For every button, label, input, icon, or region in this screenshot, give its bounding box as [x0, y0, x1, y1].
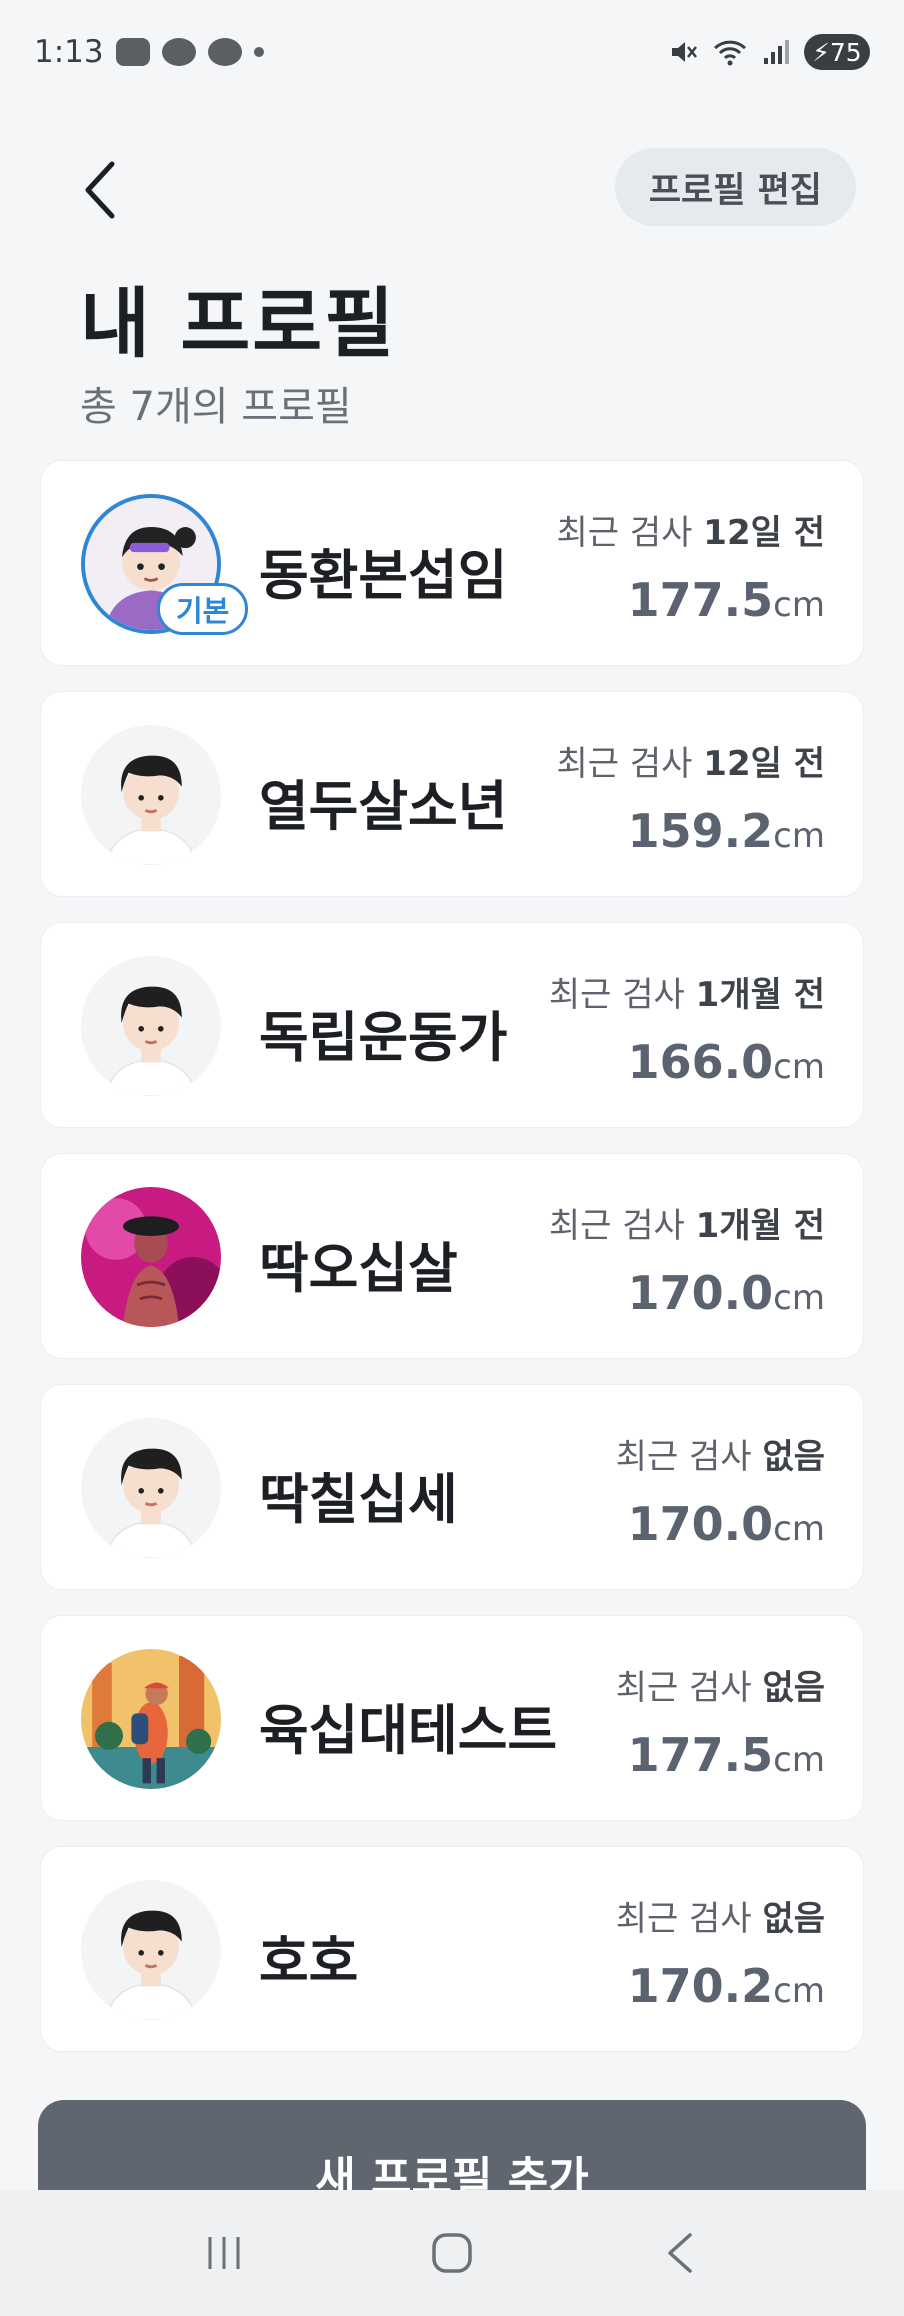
recent-check-when: 1개월 전: [695, 1206, 825, 1246]
height-value: 170.0cm: [628, 1266, 825, 1320]
recent-check: 최근 검사 1개월 전: [549, 967, 825, 1016]
recent-apps-button[interactable]: [184, 2213, 264, 2293]
recent-check: 최근 검사 1개월 전: [549, 1198, 825, 1247]
height-value: 177.5cm: [628, 1728, 825, 1782]
recent-check-label: 최근 검사: [548, 975, 696, 1015]
height-value: 170.2cm: [628, 1959, 825, 2013]
profile-card[interactable]: 딱칠십세 최근 검사 없음 170.0cm: [40, 1384, 864, 1590]
height-unit: cm: [773, 1971, 825, 2011]
recent-check: 최근 검사 없음: [616, 1429, 825, 1478]
recent-check: 최근 검사 없음: [616, 1660, 825, 1709]
wifi-icon: [713, 40, 747, 66]
height-value: 159.2cm: [628, 804, 825, 858]
back-button[interactable]: [70, 150, 130, 230]
recent-check-when: 12일 전: [703, 513, 825, 553]
recent-check: 최근 검사 12일 전: [557, 736, 825, 785]
header: 프로필 편집: [0, 140, 904, 240]
recent-check: 최근 검사 없음: [616, 1891, 825, 1940]
more-notifications-icon: [253, 47, 264, 57]
signal-icon: [764, 40, 789, 64]
profile-card[interactable]: 호호 최근 검사 없음 170.2cm: [40, 1846, 864, 2052]
recent-check-when: 없음: [762, 1668, 825, 1708]
system-nav-bar: [0, 2190, 904, 2316]
chat-notification-icon: [207, 38, 242, 66]
recent-apps-icon: [208, 2237, 240, 2269]
recent-check-label: 최근 검사: [548, 1206, 696, 1246]
recent-check-label: 최근 검사: [556, 744, 704, 784]
status-right: ⚡ 75: [668, 34, 870, 70]
height-number: 177.5: [627, 573, 774, 627]
height-value: 170.0cm: [628, 1497, 825, 1551]
profile-name: 육십대테스트: [259, 1699, 558, 1762]
profile-name: 열두살소년: [259, 775, 508, 838]
default-badge: 기본: [157, 583, 249, 635]
profile-card[interactable]: 기본 동환본섭임 최근 검사 12일 전 177.5cm: [40, 460, 864, 666]
default-boy-avatar: [81, 1418, 221, 1558]
height-unit: cm: [773, 1740, 825, 1780]
recent-check: 최근 검사 12일 전: [557, 505, 825, 554]
edit-profile-button[interactable]: 프로필 편집: [614, 148, 856, 226]
status-time: 1:13: [34, 34, 104, 70]
profile-count: 총 7개의 프로필: [80, 384, 352, 430]
kakaotalk-notification-icon: [161, 38, 196, 66]
recent-check-when: 12일 전: [703, 744, 825, 784]
height-unit: cm: [773, 1278, 825, 1318]
profile-list: 기본 동환본섭임 최근 검사 12일 전 177.5cm 열두살소년 최근 검사…: [40, 460, 864, 2077]
status-left: 1:13: [34, 34, 264, 70]
height-unit: cm: [773, 816, 825, 856]
profile-card[interactable]: 열두살소년 최근 검사 12일 전 159.2cm: [40, 691, 864, 897]
profile-name: 딱오십살: [259, 1237, 458, 1300]
height-number: 170.0: [627, 1266, 774, 1320]
recent-check-label: 최근 검사: [615, 1668, 763, 1708]
height-value: 166.0cm: [628, 1035, 825, 1089]
height-number: 170.0: [627, 1497, 774, 1551]
default-boy-avatar: [81, 1880, 221, 2020]
height-number: 170.2: [627, 1959, 774, 2013]
profile-name: 동환본섭임: [259, 544, 508, 607]
profile-name: 딱칠십세: [259, 1468, 458, 1531]
status-bar: 1:13 ⚡ 75: [0, 0, 904, 104]
profile-card[interactable]: 육십대테스트 최근 검사 없음 177.5cm: [40, 1615, 864, 1821]
default-boy-avatar: [81, 956, 221, 1096]
page-title: 내 프로필: [80, 279, 397, 368]
height-unit: cm: [773, 1047, 825, 1087]
height-number: 159.2: [627, 804, 774, 858]
recent-check-label: 최근 검사: [615, 1437, 763, 1477]
back-icon: [668, 2233, 692, 2273]
profile-name: 호호: [259, 1930, 359, 1993]
illustration-hiker-avatar: [81, 1649, 221, 1789]
screenshot-notification-icon: [115, 38, 150, 66]
profile-name: 독립운동가: [259, 1006, 508, 1069]
battery-bolt-icon: ⚡: [812, 37, 830, 67]
home-button[interactable]: [412, 2213, 492, 2293]
height-unit: cm: [773, 1509, 825, 1549]
height-value: 177.5cm: [628, 573, 825, 627]
chevron-left-icon: [85, 161, 115, 219]
recent-check-when: 1개월 전: [695, 975, 825, 1015]
recent-check-when: 없음: [762, 1899, 825, 1939]
height-unit: cm: [773, 585, 825, 625]
profile-card[interactable]: 딱오십살 최근 검사 1개월 전 170.0cm: [40, 1153, 864, 1359]
profile-card[interactable]: 독립운동가 최근 검사 1개월 전 166.0cm: [40, 922, 864, 1128]
system-back-button[interactable]: [640, 2213, 720, 2293]
default-boy-avatar: [81, 725, 221, 865]
battery-indicator: ⚡ 75: [804, 34, 870, 70]
height-number: 166.0: [627, 1035, 774, 1089]
home-icon: [432, 2233, 472, 2273]
battery-level: 75: [829, 37, 862, 67]
recent-check-when: 없음: [762, 1437, 825, 1477]
recent-check-label: 최근 검사: [556, 513, 704, 553]
photo-pink-avatar: [81, 1187, 221, 1327]
recent-check-label: 최근 검사: [615, 1899, 763, 1939]
height-number: 177.5: [627, 1728, 774, 1782]
mute-icon: [672, 42, 697, 62]
